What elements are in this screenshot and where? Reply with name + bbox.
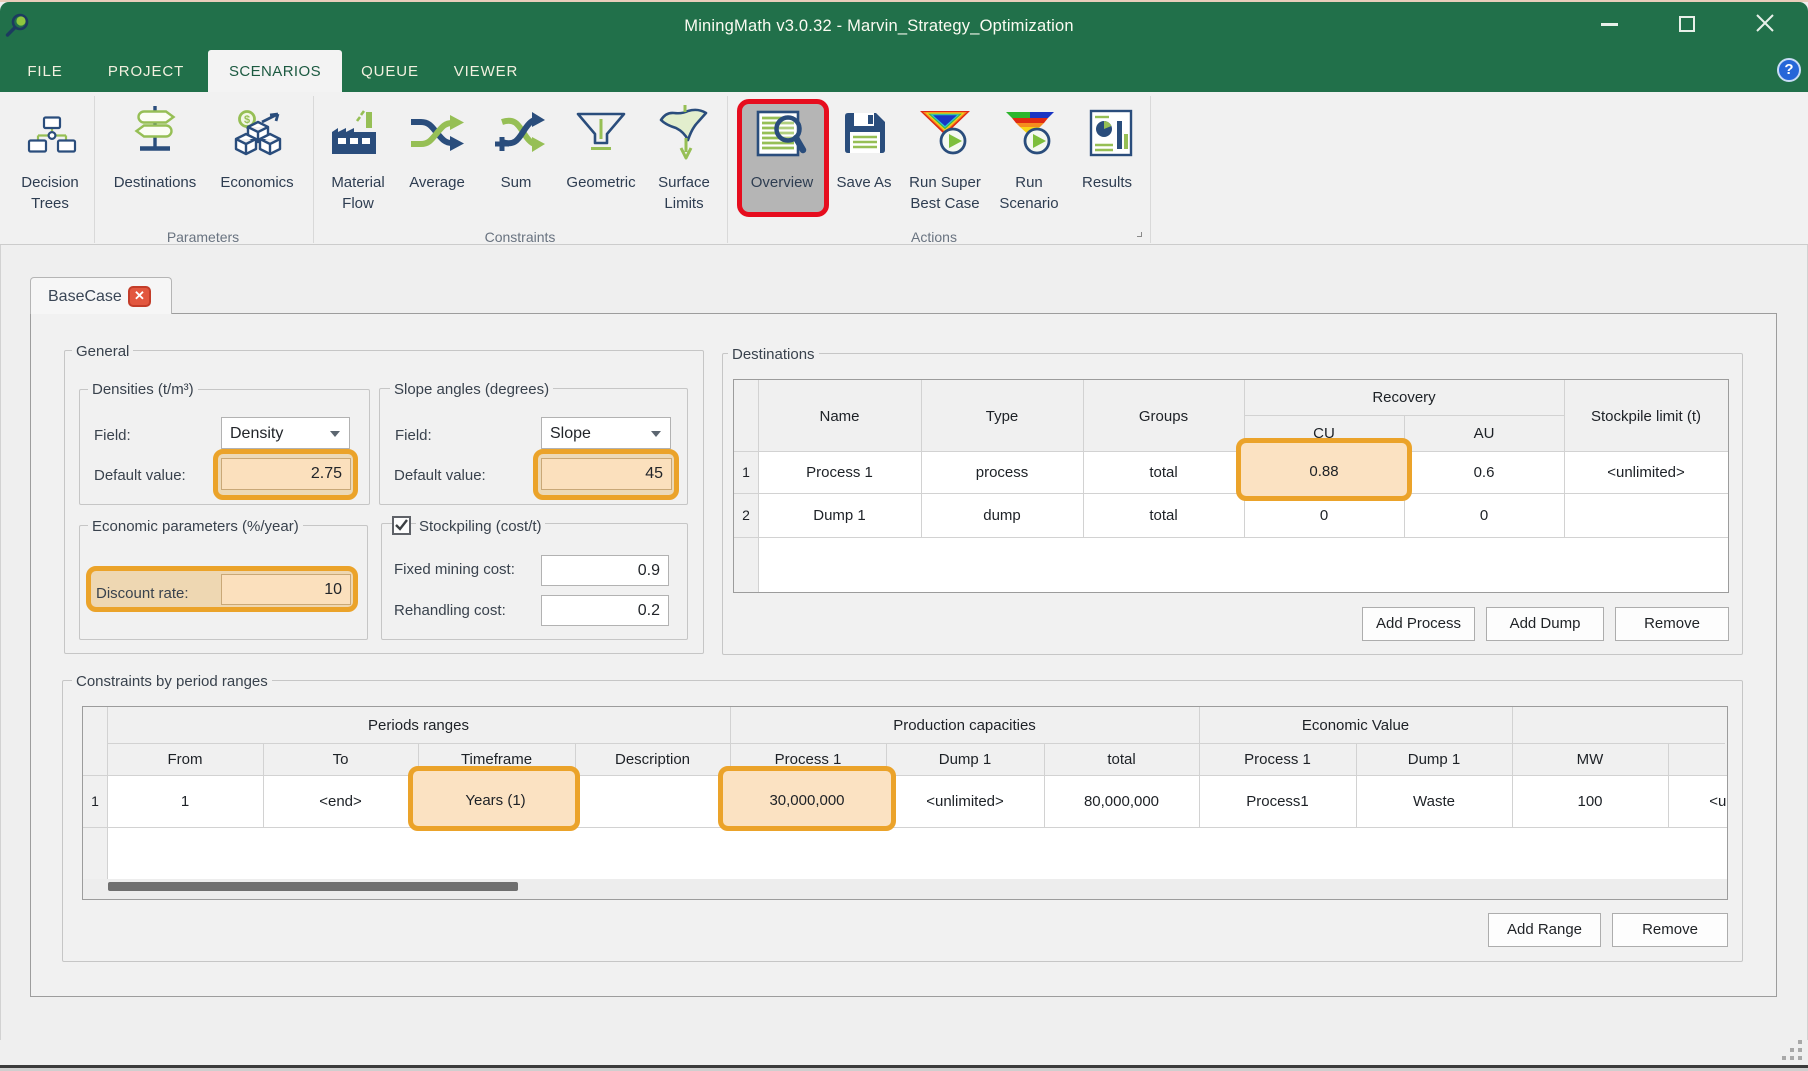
svg-text:$: $ [244,114,250,126]
